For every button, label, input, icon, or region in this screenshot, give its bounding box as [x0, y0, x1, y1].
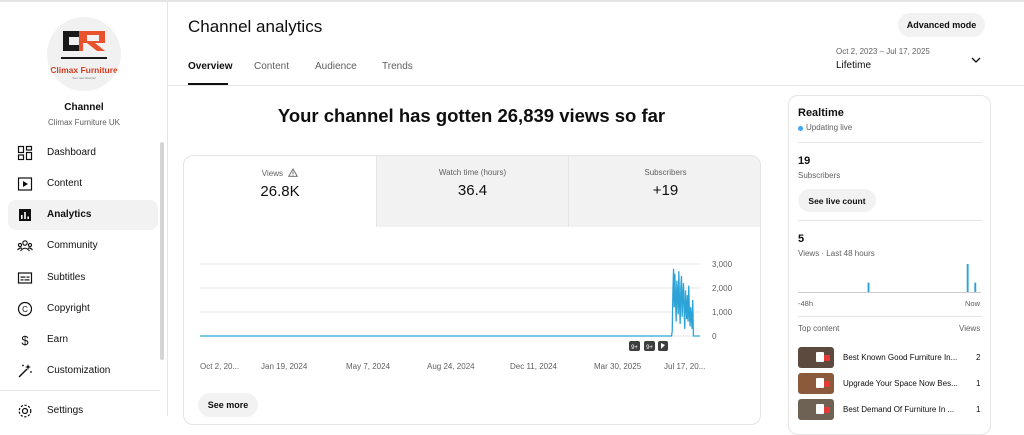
settings-icon [18, 404, 32, 418]
channel-label: Channel [64, 102, 104, 113]
shorts-marker-icon[interactable] [658, 341, 668, 351]
svg-text:9+: 9+ [631, 345, 638, 351]
copyright-icon: C [17, 301, 33, 317]
chart-event-marker[interactable]: 9+ [629, 341, 640, 351]
sidebar-item-subtitles[interactable]: Subtitles [8, 263, 158, 293]
sidebar-item-content[interactable]: Content [8, 169, 158, 199]
realtime-divider [798, 316, 982, 317]
metrics-card: Views 26.8K Watch time (hours) 36.4 Subs… [183, 155, 761, 425]
realtime-card: Realtime Updating live 19 Subscribers Se… [788, 95, 991, 435]
video-title: Best Demand Of Furniture In ... [843, 405, 955, 414]
header-divider [168, 85, 1024, 86]
x-tick-label: Jan 19, 2024 [261, 362, 308, 371]
period-selector[interactable]: Lifetime [836, 60, 871, 71]
x-tick-label: Aug 24, 2024 [427, 362, 475, 371]
sidebar: Climax Furniture Your new lifestyle! Cha… [0, 2, 168, 418]
x-tick-label: May 7, 2024 [346, 362, 391, 371]
sidebar-item-customization[interactable]: Customization [8, 356, 158, 386]
top-content-label: Top content [798, 324, 840, 333]
subtitles-icon [17, 272, 33, 284]
sidebar-item-community[interactable]: Community [8, 231, 158, 261]
y-tick-label: 0 [712, 332, 717, 341]
tab-trends[interactable]: Trends [382, 61, 413, 72]
community-icon [17, 240, 33, 252]
y-tick-label: 2,000 [712, 284, 733, 293]
customization-icon [18, 364, 32, 378]
top-content-item[interactable]: Best Known Good Furniture In... 2 [798, 347, 982, 369]
analytics-icon [19, 209, 31, 221]
advanced-mode-button[interactable]: Advanced mode [898, 13, 985, 37]
x-tick-label: Jul 17, 20... [664, 362, 705, 371]
sidebar-scrollbar[interactable] [160, 142, 164, 360]
sidebar-item-analytics[interactable]: Analytics [8, 200, 158, 230]
channel-avatar[interactable]: Climax Furniture Your new lifestyle! [47, 17, 121, 91]
x-tick-label: Dec 11, 2024 [510, 362, 558, 371]
video-title: Best Known Good Furniture In... [843, 353, 958, 362]
views-headline: Your channel has gotten 26,839 views so … [277, 105, 666, 126]
sidebar-item-label: Earn [47, 334, 69, 345]
page-title: Channel analytics [188, 17, 323, 36]
sidebar-item-label: Customization [47, 365, 111, 376]
top-content-item[interactable]: Upgrade Your Space Now Bes... 1 [798, 373, 982, 395]
tab-content[interactable]: Content [254, 61, 289, 72]
realtime-bar[interactable] [966, 264, 969, 292]
realtime-bar[interactable] [867, 282, 870, 292]
date-range[interactable]: Oct 2, 2023 – Jul 17, 2025 [836, 47, 930, 56]
sidebar-item-label: Community [47, 240, 98, 251]
svg-text:9+: 9+ [646, 345, 653, 351]
chevron-down-icon[interactable] [970, 55, 982, 65]
tab-audience[interactable]: Audience [315, 61, 357, 72]
video-thumbnail [798, 399, 834, 420]
see-more-button[interactable]: See more [198, 393, 258, 417]
channel-name: Climax Furniture UK [47, 118, 120, 127]
sidebar-item-earn[interactable]: $ Earn [8, 325, 158, 355]
realtime-axis-end: Now [965, 299, 981, 308]
video-views: 1 [976, 405, 981, 414]
sidebar-item-dashboard[interactable]: Dashboard [8, 138, 158, 168]
sidebar-item-label: Settings [47, 405, 84, 416]
sidebar-item-label: Subtitles [47, 272, 86, 283]
top-content-item[interactable]: Best Demand Of Furniture In ... 1 [798, 399, 982, 421]
top-content-views-label: Views [959, 324, 981, 333]
realtime-axis-start: -48h [798, 299, 814, 308]
sidebar-divider [0, 390, 160, 391]
realtime-bar[interactable] [974, 282, 977, 292]
views-series-line[interactable] [200, 268, 700, 337]
y-tick-label: 1,000 [712, 308, 733, 317]
video-thumbnail [798, 347, 834, 368]
chart-event-marker[interactable]: 9+ [644, 341, 655, 351]
logo-tagline: Your new lifestyle! [71, 76, 97, 80]
logo-brand-text: Climax Furniture [50, 65, 118, 75]
svg-text:C: C [22, 305, 28, 314]
sidebar-item-copyright[interactable]: C Copyright [8, 294, 158, 324]
sidebar-item-label: Analytics [47, 209, 92, 220]
sidebar-item-label: Content [47, 178, 83, 189]
video-thumbnail [798, 373, 834, 394]
dashboard-icon [17, 145, 33, 161]
sidebar-item-settings[interactable]: Settings [8, 396, 158, 426]
svg-text:$: $ [21, 333, 29, 348]
sidebar-item-label: Dashboard [47, 147, 96, 158]
y-tick-label: 3,000 [712, 260, 733, 269]
x-tick-label: Oct 2, 20... [200, 362, 239, 371]
tab-overview[interactable]: Overview [188, 61, 232, 72]
video-title: Upgrade Your Space Now Bes... [843, 379, 958, 388]
views-chart[interactable]: 3,000 2,000 1,000 0 Oct 2, 20... Jan 19, 2024… [184, 156, 761, 425]
content-icon [17, 177, 33, 191]
realtime-views-chart[interactable] [789, 96, 991, 311]
earn-icon: $ [21, 333, 29, 348]
x-tick-label: Mar 30, 2025 [594, 362, 642, 371]
video-views: 2 [976, 353, 981, 362]
sidebar-item-label: Copyright [47, 303, 90, 314]
video-views: 1 [976, 379, 981, 388]
